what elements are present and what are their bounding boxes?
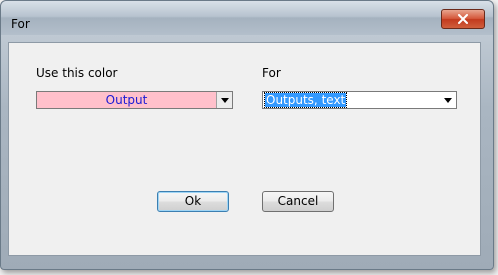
for-select-value: Outputs, text [263, 92, 348, 108]
dialog-window: For Use this color Output For Outputs, t… [0, 0, 494, 270]
color-label: Use this color [36, 66, 118, 80]
color-select-value: Output [105, 93, 148, 107]
title-bar[interactable]: For [1, 1, 493, 35]
cancel-button[interactable]: Cancel [262, 191, 334, 212]
for-select[interactable]: Outputs, text [262, 91, 457, 109]
window-title: For [11, 17, 30, 31]
dialog-client-area: Use this color Output For Outputs, text … [8, 42, 481, 256]
chevron-down-icon [444, 97, 452, 103]
color-select[interactable]: Output [36, 91, 233, 109]
color-select-dropdown-button[interactable] [216, 92, 232, 108]
chevron-down-icon [220, 97, 229, 103]
for-label: For [262, 66, 281, 80]
close-icon [458, 14, 468, 24]
ok-button[interactable]: Ok [157, 191, 229, 212]
for-select-dropdown-button[interactable] [440, 92, 456, 108]
close-button[interactable] [441, 9, 485, 29]
